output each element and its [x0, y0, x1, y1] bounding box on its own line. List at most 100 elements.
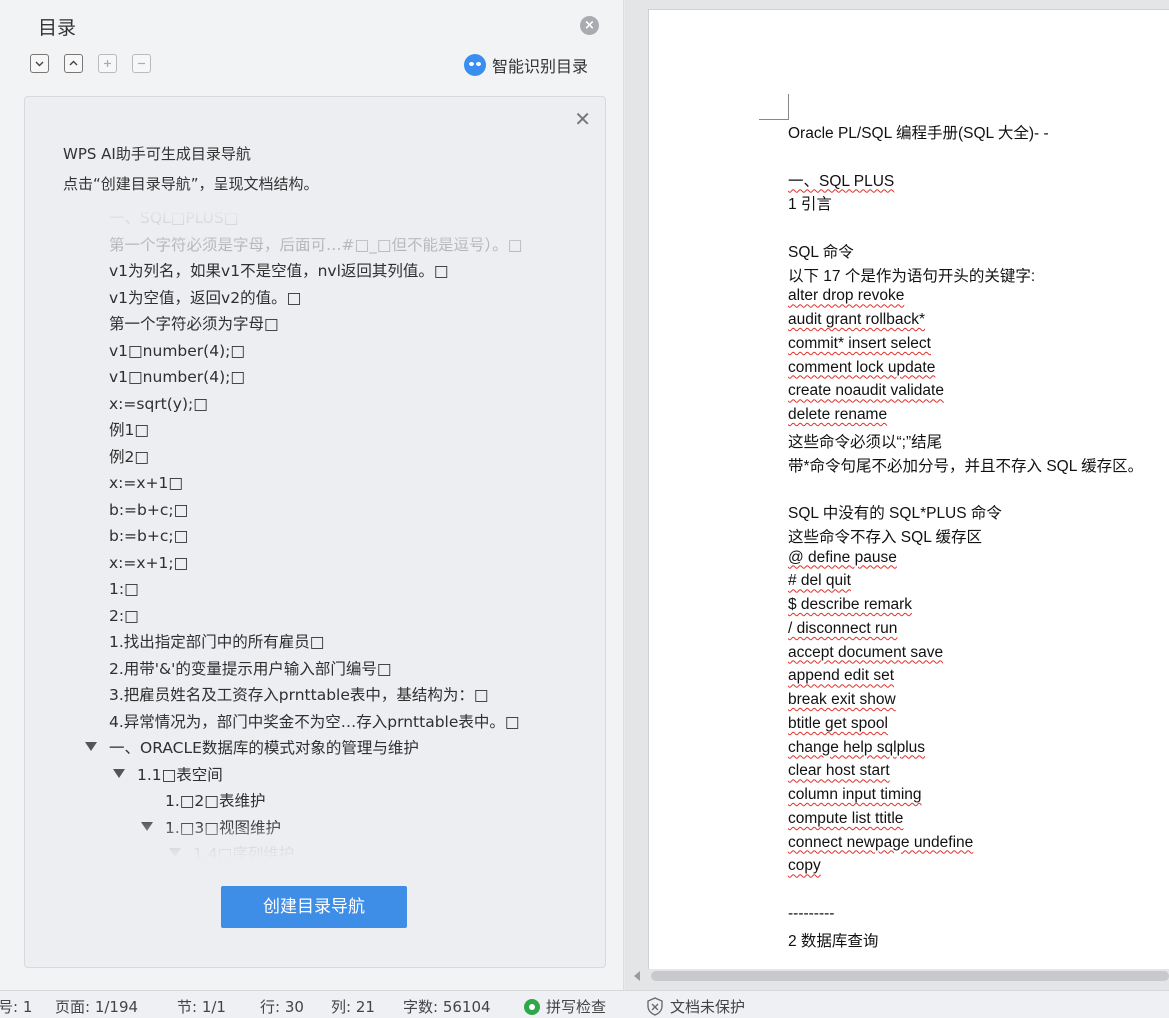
toc-preview-text: 1.□2□表维护	[165, 792, 266, 810]
toc-preview-item: 1.1□表空间	[113, 764, 223, 786]
document-line: 带*命令句尾不必加分号，并且不存入 SQL 缓存区。	[788, 457, 1144, 475]
toc-preview-text: 一、SQL□PLUS□	[109, 209, 239, 227]
toc-preview-item: v1□number(4);□	[109, 366, 245, 388]
page-corner-mark	[759, 94, 789, 120]
card-close-icon[interactable]: ✕	[574, 109, 591, 129]
toc-preview-item: b:=b+c;□	[109, 499, 188, 521]
toc-preview-item: b:=b+c;□	[109, 525, 188, 547]
document-line: 以下 17 个是作为语句开头的关键字:	[788, 267, 1036, 285]
toc-preview-text: 第一个字符必须为字母□	[109, 315, 279, 333]
toc-preview-item: 1.□3□视图维护	[141, 817, 281, 839]
document-line: column input timing	[788, 786, 922, 803]
toc-preview-text: v1□number(4);□	[109, 368, 245, 386]
toc-preview-list: 1.□5□索引维护1.4□序列维护1.□3□视图维护1.□2□表维护1.1□表空…	[49, 207, 581, 861]
shield-icon	[647, 997, 663, 1016]
document-page[interactable]: Oracle PL/SQL 编程手册(SQL 大全)- - 一、SQL PLUS 1…	[648, 9, 1169, 969]
document-line: SQL 命令	[788, 243, 854, 261]
document-line: 这些命令必须以“;”结尾	[788, 433, 943, 451]
smart-toc-button[interactable]: 智能识别目录	[464, 53, 588, 77]
document-line: clear host start	[788, 762, 890, 780]
toc-preview-item: x:=sqrt(y);□	[109, 393, 208, 415]
document-line: Oracle PL/SQL 编程手册(SQL 大全)- -	[788, 125, 1049, 142]
status-page[interactable]: 页面: 1/194	[55, 996, 138, 1017]
toc-pane: 目录 × 智能识别目录 ✕ WPS AI助手可生成目录导航 点击“创建目录导航”…	[0, 0, 624, 990]
toc-preview-text: 3.把雇员姓名及工资存入prnttable表中，基结构为：□	[109, 686, 489, 704]
status-bar: 号: 1 页面: 1/194 节: 1/1 行: 30 列: 21 字数: 56…	[0, 990, 1169, 1018]
expand-down-icon[interactable]	[30, 54, 49, 73]
smart-toc-label: 智能识别目录	[492, 57, 589, 76]
status-col: 列: 21	[331, 998, 375, 1016]
preview-fade-bottom	[49, 821, 581, 861]
document-line: ---------	[788, 904, 835, 922]
document-line: 这些命令不存入 SQL 缓存区	[788, 528, 983, 546]
remove-level-icon[interactable]	[132, 54, 151, 73]
ai-toc-card: ✕ WPS AI助手可生成目录导航 点击“创建目录导航”，呈现文档结构。 1.□…	[24, 96, 606, 968]
toc-preview-item: 例2□	[109, 446, 149, 468]
toc-preview-text: 1.□3□视图维护	[165, 818, 281, 837]
scroll-left-icon[interactable]	[634, 971, 640, 981]
status-row: 行: 30	[260, 998, 304, 1016]
toc-preview-text: x:=sqrt(y);□	[109, 394, 208, 413]
document-line: commit* insert select	[788, 334, 931, 352]
toc-preview-text: 例2□	[109, 447, 150, 466]
spell-check-button[interactable]: 拼写检查	[524, 996, 606, 1017]
document-line: @ define pause	[788, 548, 897, 566]
status-word-count[interactable]: 字数: 56104	[403, 996, 491, 1017]
toc-preview-item: 1:□	[109, 578, 139, 600]
toc-preview-text: v1□number(4);□	[109, 341, 245, 360]
toc-preview-text: 2:□	[109, 606, 139, 625]
create-toc-button[interactable]: 创建目录导航	[221, 886, 407, 928]
spell-check-label: 拼写检查	[546, 998, 607, 1016]
toc-preview-item: 第一个字符必须为字母□	[109, 313, 279, 335]
collapse-up-icon[interactable]	[64, 54, 83, 73]
document-line: 1 引言	[788, 196, 832, 214]
expand-caret-icon	[85, 742, 97, 751]
toc-preview-item: v1为列名，如果v1不是空值，nvl返回其列值。□	[109, 260, 449, 282]
add-level-icon[interactable]	[98, 54, 117, 73]
toc-close-icon[interactable]: ×	[580, 16, 599, 35]
document-line: audit grant rollback*	[788, 311, 925, 328]
toc-preview-item: 2.用带'&'的变量提示用户输入部门编号□	[109, 658, 392, 680]
toc-preview-text: 一、ORACLE数据库的模式对象的管理与维护	[109, 739, 419, 757]
toc-preview-item: 1.4□序列维护	[169, 843, 294, 861]
toc-preview-text: x:=x+1;□	[109, 553, 189, 572]
document-line: alter drop revoke	[788, 287, 905, 305]
wps-window: 目录 × 智能识别目录 ✕ WPS AI助手可生成目录导航 点击“创建目录导航”…	[0, 0, 1169, 1018]
toc-preview-text: b:=b+c;□	[109, 500, 189, 519]
document-line: delete rename	[788, 406, 888, 423]
toc-preview-item: 3.把雇员姓名及工资存入prnttable表中，基结构为：□	[109, 684, 489, 706]
toc-preview-text: v1为空值，返回v2的值。□	[109, 288, 302, 307]
toc-preview-item: 例1□	[109, 419, 149, 441]
toc-preview-text: 2.用带'&'的变量提示用户输入部门编号□	[109, 659, 392, 678]
document-line: copy	[788, 857, 821, 875]
toc-preview-item: 4.异常情况为，部门中奖金不为空…存入prnttable表中。□	[109, 711, 520, 733]
expand-caret-icon	[113, 768, 125, 778]
document-line: connect newpage undefine	[788, 833, 974, 851]
document-line: accept document save	[788, 643, 944, 661]
toc-preview-text: x:=x+1□	[109, 474, 184, 492]
document-line: compute list ttitle	[788, 809, 904, 827]
document-line: $ describe remark	[788, 596, 913, 613]
toc-preview-item: 第一个字符必须是字母，后面可…#□_□但不能是逗号）。□	[109, 234, 522, 256]
toc-preview-item: x:=x+1□	[109, 472, 183, 494]
toc-preview-item: 一、SQL□PLUS□	[109, 207, 238, 229]
status-section-partial: 号: 1	[0, 998, 33, 1016]
spell-check-icon	[524, 999, 540, 1015]
document-area: Oracle PL/SQL 编程手册(SQL 大全)- - 一、SQL PLUS 1…	[625, 0, 1169, 990]
toc-preview-text: 例1□	[109, 421, 150, 439]
toc-preview-text: 1.4□序列维护	[193, 845, 295, 861]
document-line: change help sqlplus	[788, 738, 926, 756]
document-line: comment lock update	[788, 358, 936, 376]
scrollbar-thumb[interactable]	[651, 971, 1169, 981]
document-line: break exit show	[788, 691, 896, 708]
document-line: # del quit	[788, 572, 851, 590]
expand-caret-icon	[141, 821, 153, 831]
expand-caret-icon	[169, 848, 181, 857]
toc-preview-text: 1:□	[109, 580, 139, 598]
toc-preview-text: 1.找出指定部门中的所有雇员□	[109, 633, 325, 651]
toc-preview-item: 2:□	[109, 605, 139, 627]
document-line: 2 数据库查询	[788, 932, 879, 950]
document-line: append edit set	[788, 667, 895, 685]
doc-protect-button[interactable]: 文档未保护	[646, 996, 745, 1017]
horizontal-scrollbar[interactable]	[631, 969, 1169, 983]
